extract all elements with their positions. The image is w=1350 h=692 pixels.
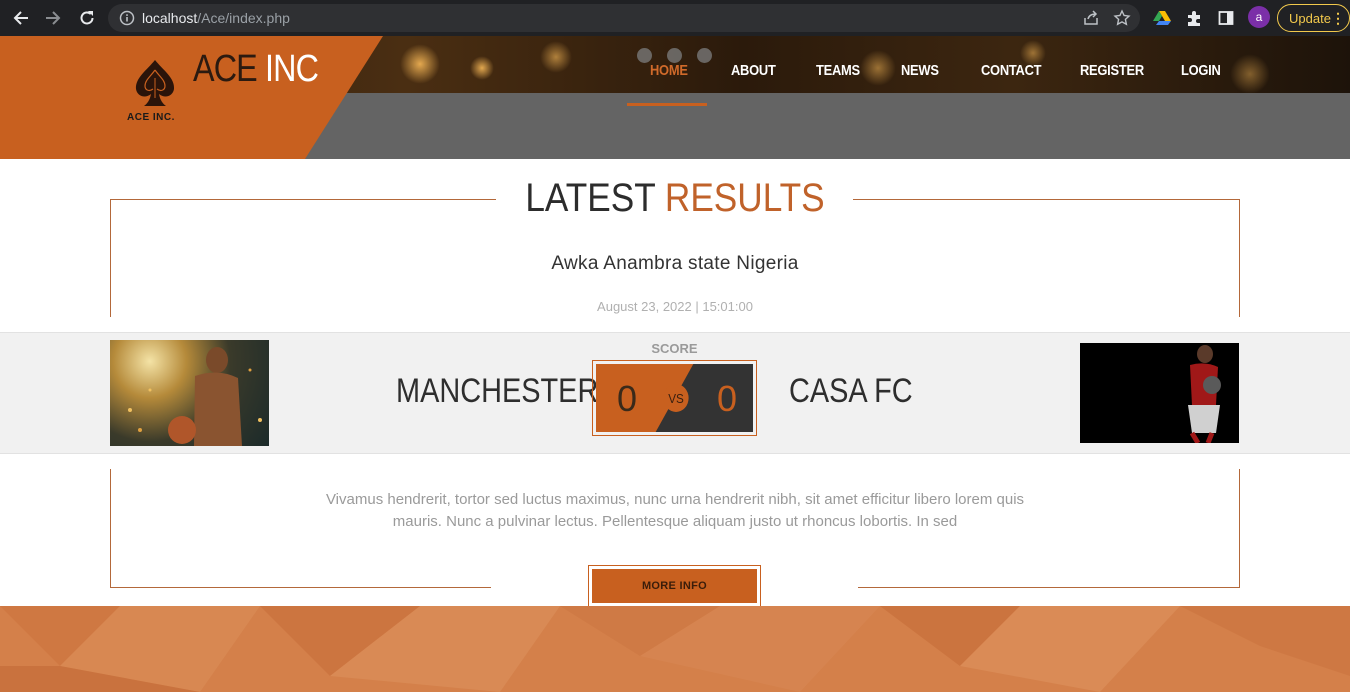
star-icon[interactable] xyxy=(1113,9,1131,32)
url-host: localhost xyxy=(142,10,198,26)
away-team-image xyxy=(1080,343,1239,443)
brand-name[interactable]: ACE INC xyxy=(193,48,319,91)
extensions-icon[interactable] xyxy=(1184,8,1204,28)
nav-about[interactable]: ABOUT xyxy=(731,62,776,79)
nav-teams[interactable]: TEAMS xyxy=(816,62,860,79)
active-nav-indicator xyxy=(627,103,707,106)
profile-avatar[interactable]: a xyxy=(1248,6,1270,28)
more-info-button[interactable]: MORE INFO xyxy=(588,565,761,607)
match-datetime: August 23, 2022 | 15:01:00 xyxy=(597,299,753,314)
away-team-name[interactable]: CASA FC xyxy=(789,372,913,411)
sidepanel-icon[interactable] xyxy=(1216,8,1236,28)
home-team-image xyxy=(110,340,269,446)
slider-dot-1[interactable] xyxy=(637,48,652,63)
reload-icon[interactable] xyxy=(75,6,99,30)
score-label: SCORE xyxy=(651,341,698,356)
slider-dot-2[interactable] xyxy=(667,48,682,63)
home-team-name[interactable]: MANCHESTER xyxy=(396,372,598,411)
more-info-label: MORE INFO xyxy=(592,569,757,603)
more-icon[interactable]: ⋮ xyxy=(1331,10,1345,27)
nav-home[interactable]: HOME xyxy=(650,62,688,79)
nav-contact[interactable]: CONTACT xyxy=(981,62,1042,79)
footer-band xyxy=(0,606,1350,692)
nav-register[interactable]: REGISTER xyxy=(1080,62,1144,79)
section-title-accent: RESULTS xyxy=(664,176,825,220)
address-bar[interactable]: localhost/Ace/index.php xyxy=(108,4,1140,32)
drive-icon[interactable] xyxy=(1152,8,1172,28)
site-header: ACE INC ACE INC. HOME ABOUT TEAMS NEWS C… xyxy=(0,36,1350,159)
vs-badge: VS xyxy=(663,384,689,412)
url-path: /Ace/index.php xyxy=(197,10,290,26)
brand-caption: ACE INC. xyxy=(127,112,175,123)
share-icon[interactable] xyxy=(1082,9,1100,32)
slider-dot-3[interactable] xyxy=(697,48,712,63)
brand-name-part2: INC xyxy=(264,48,319,90)
section-title-part1: LATEST xyxy=(525,176,665,220)
info-icon[interactable] xyxy=(119,10,135,31)
nav-login[interactable]: LOGIN xyxy=(1181,62,1221,79)
url-text: localhost/Ace/index.php xyxy=(142,10,290,26)
section-title: LATEST RESULTS xyxy=(81,176,1269,221)
match-description: Vivamus hendrerit, tortor sed luctus max… xyxy=(325,491,1025,530)
browser-toolbar: localhost/Ace/index.php a Update ⋮ xyxy=(0,0,1350,36)
low-poly-pattern xyxy=(0,606,1350,692)
spade-logo-icon xyxy=(135,60,175,106)
match-location: Awka Anambra state Nigeria xyxy=(551,253,799,274)
nav-news[interactable]: NEWS xyxy=(901,62,939,79)
back-icon[interactable] xyxy=(9,6,33,30)
update-button[interactable]: Update ⋮ xyxy=(1277,4,1350,32)
brand-name-part1: ACE xyxy=(193,48,265,90)
away-score: 0 xyxy=(717,378,738,419)
score-display: 0 0 VS xyxy=(596,364,753,432)
profile-initial: a xyxy=(1255,10,1263,24)
home-score: 0 xyxy=(617,378,638,419)
score-box: 0 0 VS xyxy=(592,360,757,436)
forward-icon[interactable] xyxy=(41,6,65,30)
update-label: Update xyxy=(1289,11,1331,26)
